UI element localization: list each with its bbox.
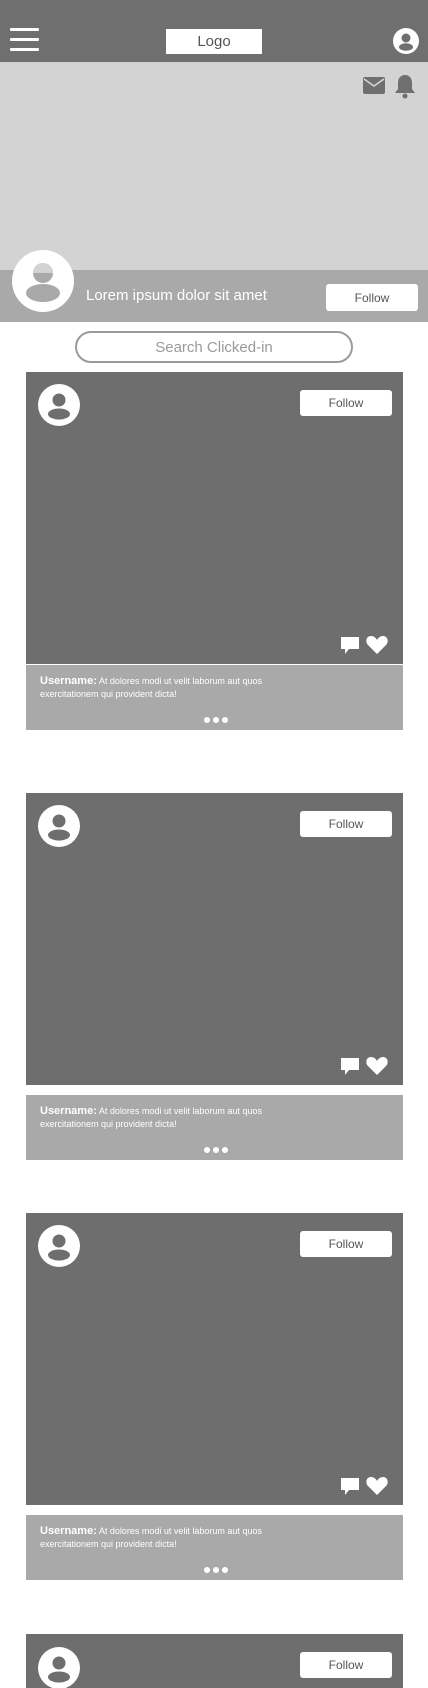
comment-icon[interactable] xyxy=(341,1058,359,1076)
post-follow-button[interactable]: Follow xyxy=(300,1231,392,1257)
bell-icon[interactable] xyxy=(394,74,416,99)
search-input[interactable] xyxy=(75,331,353,363)
user-circle-icon[interactable] xyxy=(393,28,419,54)
more-options-icon[interactable] xyxy=(204,717,228,723)
caption-username[interactable]: Username: xyxy=(40,1105,97,1117)
profile-follow-button[interactable]: Follow xyxy=(326,284,418,311)
post-media[interactable]: Follow xyxy=(26,1634,403,1688)
post-caption: Username: At dolores modi ut velit labor… xyxy=(26,1095,403,1160)
caption-text: Username: At dolores modi ut velit labor… xyxy=(40,675,280,701)
post-avatar-icon[interactable] xyxy=(38,1225,80,1267)
post-caption: Username: At dolores modi ut velit labor… xyxy=(26,665,403,730)
hamburger-menu-icon[interactable] xyxy=(10,28,39,52)
caption-line-1: At dolores modi ut velit laborum aut quo… xyxy=(98,676,262,686)
post-media[interactable]: Follow xyxy=(26,1213,403,1505)
top-bar: Logo xyxy=(0,0,428,62)
caption-line-2: exercitationem qui provident dicta! xyxy=(40,689,177,699)
caption-username[interactable]: Username: xyxy=(40,1525,97,1537)
post-follow-button[interactable]: Follow xyxy=(300,811,392,837)
mail-icon[interactable] xyxy=(363,77,385,94)
heart-icon[interactable] xyxy=(366,1056,388,1076)
profile-name: Lorem ipsum dolor sit amet xyxy=(86,287,267,304)
post-follow-button[interactable]: Follow xyxy=(300,390,392,416)
caption-text: Username: At dolores modi ut velit labor… xyxy=(40,1525,280,1551)
caption-line-2: exercitationem qui provident dicta! xyxy=(40,1119,177,1129)
post-avatar-icon[interactable] xyxy=(38,805,80,847)
caption-line-1: At dolores modi ut velit laborum aut quo… xyxy=(98,1526,262,1536)
comment-icon[interactable] xyxy=(341,1478,359,1496)
post-media[interactable]: Follow xyxy=(26,372,403,664)
heart-icon[interactable] xyxy=(366,635,388,655)
post-caption: Username: At dolores modi ut velit labor… xyxy=(26,1515,403,1580)
post-media[interactable]: Follow xyxy=(26,793,403,1085)
heart-icon[interactable] xyxy=(366,1476,388,1496)
more-options-icon[interactable] xyxy=(204,1567,228,1573)
page: Logo Lorem ipsum dolor sit amet Follow F… xyxy=(0,0,428,1688)
more-options-icon[interactable] xyxy=(204,1147,228,1153)
caption-username[interactable]: Username: xyxy=(40,675,97,687)
logo[interactable]: Logo xyxy=(166,29,262,54)
comment-icon[interactable] xyxy=(341,637,359,655)
post-avatar-icon[interactable] xyxy=(38,384,80,426)
post-follow-button[interactable]: Follow xyxy=(300,1652,392,1678)
post-avatar-icon[interactable] xyxy=(38,1647,80,1688)
caption-line-2: exercitationem qui provident dicta! xyxy=(40,1539,177,1549)
caption-text: Username: At dolores modi ut velit labor… xyxy=(40,1105,280,1131)
profile-avatar[interactable] xyxy=(12,250,74,312)
caption-line-1: At dolores modi ut velit laborum aut quo… xyxy=(98,1106,262,1116)
